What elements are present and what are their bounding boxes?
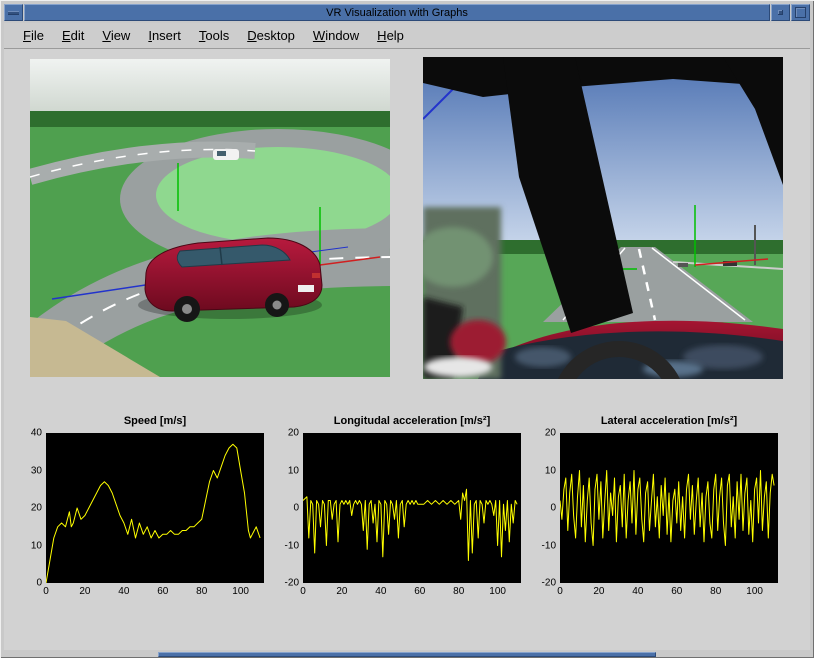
y-tick-label: 0: [550, 502, 556, 514]
speed-line-plot: [46, 443, 261, 583]
x-tick-label: 20: [593, 586, 605, 597]
longitudinal-acceleration-line-plot: [303, 488, 518, 561]
x-tick-label: 40: [118, 586, 130, 597]
y-tick-label: -20: [541, 577, 556, 589]
y-tick-label: -20: [284, 577, 299, 589]
plot-area: 0 10 20 30 40 0 20 40 60 80 100: [31, 428, 264, 597]
x-tick-label: 100: [232, 586, 249, 597]
x-tick-label: 80: [196, 586, 208, 597]
chart-title: Lateral acceleration [m/s²]: [600, 415, 738, 427]
x-tick-label: 0: [43, 586, 49, 597]
x-tick-label: 80: [453, 586, 465, 597]
y-tick-label: 10: [287, 465, 299, 476]
y-tick-label: 40: [30, 427, 42, 439]
charts-row: Speed [m/s] 0 10 20 30 40 0 20 40 60 80 100 Longit…: [10, 415, 781, 597]
chart-title: Longitudal acceleration [m/s²]: [333, 415, 491, 427]
x-tick-label: 60: [157, 586, 169, 597]
y-tick-label: 0: [293, 502, 299, 514]
menu-item-insert[interactable]: Insert: [139, 25, 190, 46]
window-title: VR Visualization with Graphs: [24, 4, 770, 21]
plot-area: -20 -10 0 10 20 0 20 40 60 80 100: [542, 428, 778, 597]
window-menu-button[interactable]: [4, 4, 23, 21]
y-tick-label: 10: [30, 540, 42, 551]
window-menu-icon: [8, 10, 19, 15]
x-tick-label: 40: [375, 586, 387, 597]
x-tick-label: 40: [632, 586, 644, 597]
y-tick-label: 10: [544, 465, 556, 476]
y-tick-label: 0: [36, 577, 42, 589]
menu-item-help[interactable]: Help: [368, 25, 413, 46]
figure-canvas: Speed [m/s] 0 10 20 30 40 0 20 40 60 80 100 Longit…: [4, 49, 810, 650]
x-tick-label: 60: [671, 586, 683, 597]
menu-item-edit[interactable]: Edit: [53, 25, 93, 46]
menu-item-file[interactable]: File: [14, 25, 53, 46]
chart-lateral-acceleration: Lateral acceleration [m/s²] -20 -10 0 10 20 0…: [524, 415, 781, 597]
menu-item-desktop[interactable]: Desktop: [238, 25, 304, 46]
x-tick-label: 100: [489, 586, 506, 597]
x-tick-label: 100: [746, 586, 763, 597]
y-tick-label: 20: [30, 502, 42, 514]
exterior-3d-view[interactable]: [30, 59, 390, 377]
application-window: VR Visualization with Graphs File Edit Vie…: [0, 0, 814, 658]
y-tick-label: 30: [30, 465, 42, 476]
minimize-icon: [778, 10, 783, 15]
exterior-scene-graphic: [30, 59, 390, 377]
plot-area: -20 -10 0 10 20 0 20 40 60 80 100: [285, 428, 521, 597]
menu-item-window[interactable]: Window: [304, 25, 368, 46]
side-window-graphic: [423, 207, 506, 379]
driver-scene-graphic: [423, 57, 783, 379]
maximize-icon: [795, 7, 806, 18]
chart-speed: Speed [m/s] 0 10 20 30 40 0 20 40 60 80 100: [10, 415, 267, 597]
minimize-button[interactable]: [771, 4, 790, 21]
x-tick-label: 20: [336, 586, 348, 597]
lateral-acceleration-line-plot: [560, 470, 775, 546]
y-tick-label: 20: [287, 427, 299, 439]
maximize-button[interactable]: [791, 4, 810, 21]
menu-item-tools[interactable]: Tools: [190, 25, 238, 46]
y-tick-label: -10: [284, 540, 299, 551]
x-tick-label: 0: [300, 586, 306, 597]
driver-3d-view[interactable]: [423, 57, 783, 379]
bottom-resize-bar[interactable]: [158, 652, 656, 657]
distant-car-graphic: [213, 149, 239, 160]
x-tick-label: 20: [79, 586, 91, 597]
x-tick-label: 0: [557, 586, 563, 597]
title-bar[interactable]: VR Visualization with Graphs: [4, 4, 810, 21]
chart-longitudinal-acceleration: Longitudal acceleration [m/s²] -20 -10 0 10…: [267, 415, 524, 597]
x-tick-label: 60: [414, 586, 426, 597]
y-tick-label: 20: [544, 427, 556, 439]
menu-item-view[interactable]: View: [93, 25, 139, 46]
x-tick-label: 80: [710, 586, 722, 597]
menu-bar: File Edit View Insert Tools Desktop Window Help: [4, 23, 810, 49]
chart-title: Speed [m/s]: [123, 415, 187, 427]
y-tick-label: -10: [541, 540, 556, 551]
